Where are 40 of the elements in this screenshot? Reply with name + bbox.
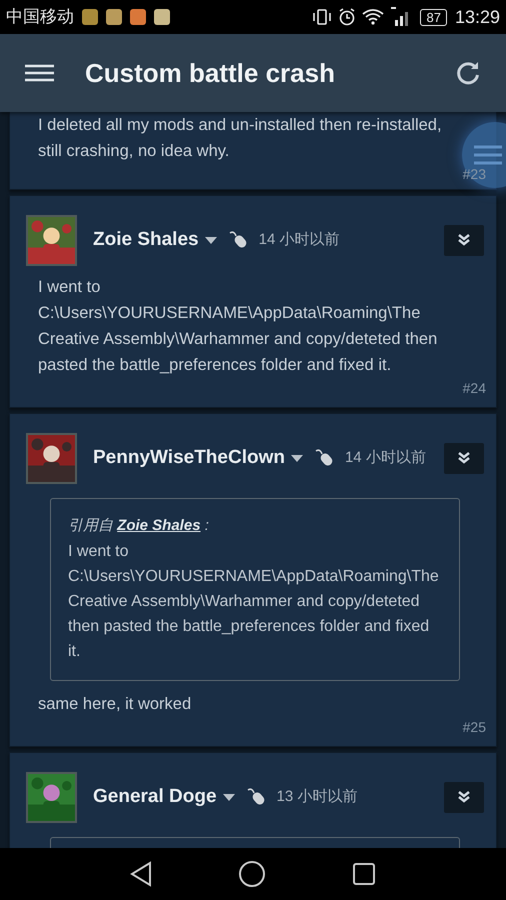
quote-prefix: 引用自 — [68, 517, 114, 534]
post-number: #24 — [462, 379, 486, 398]
expand-button[interactable] — [444, 442, 484, 474]
recents-icon[interactable] — [352, 862, 376, 886]
back-icon[interactable] — [130, 861, 152, 887]
double-chevron-icon — [457, 451, 471, 465]
menu-icon — [474, 144, 502, 166]
author-name[interactable]: General Doge — [93, 782, 217, 812]
menu-icon[interactable] — [25, 64, 54, 82]
post-time: 14 小时以前 — [344, 448, 426, 468]
post-number: #25 — [462, 718, 486, 737]
post-body: I went to C:\Users\YOURUSERNAME\AppData\Roaming\The Creative Assembly\Warhammer and copy/deteted then pasted the battle_preferences folder and fixed it. — [38, 277, 438, 376]
home-icon[interactable] — [238, 860, 266, 888]
caret-icon[interactable] — [204, 236, 217, 244]
caret-icon[interactable] — [222, 794, 235, 800]
vibrate-icon — [312, 9, 332, 25]
user-avatar[interactable] — [26, 432, 77, 484]
refresh-icon[interactable] — [455, 60, 481, 86]
author-name[interactable]: Zoie Shales — [93, 226, 199, 254]
expand-button[interactable] — [444, 782, 484, 812]
post-body: same here, it worked — [38, 694, 192, 715]
quoted-author-link[interactable]: Zoie Shales — [117, 517, 201, 534]
post-body: I deleted all my mods and un-installed then re-installed, still crashing, no idea why. — [38, 115, 443, 162]
double-chevron-icon — [457, 790, 471, 804]
clock: 13:29 — [454, 6, 500, 28]
quote-colon: : — [204, 517, 209, 534]
caret-icon[interactable] — [290, 454, 303, 462]
battery-indicator: 87 — [420, 8, 447, 26]
alarm-icon — [338, 8, 356, 26]
carrier-name: 中国移动 — [6, 6, 74, 28]
double-chevron-icon — [457, 233, 471, 247]
author-name[interactable]: PennyWiseTheClown — [93, 444, 285, 472]
wifi-icon — [362, 9, 384, 25]
post-time: 14 小时以前 — [258, 230, 340, 250]
post-time: 13 小时以前 — [276, 786, 358, 807]
quote-text: I went to C:\Users\YOURUSERNAME\AppData\Roaming\The Creative Assembly\Warhammer and copy/deteted then pasted the battle_preferences folder and fixed it. — [68, 542, 440, 662]
post-number: #23 — [462, 165, 486, 184]
expand-button[interactable] — [444, 224, 484, 256]
page-title: Custom battle crash — [85, 56, 336, 90]
user-avatar[interactable] — [26, 214, 77, 266]
